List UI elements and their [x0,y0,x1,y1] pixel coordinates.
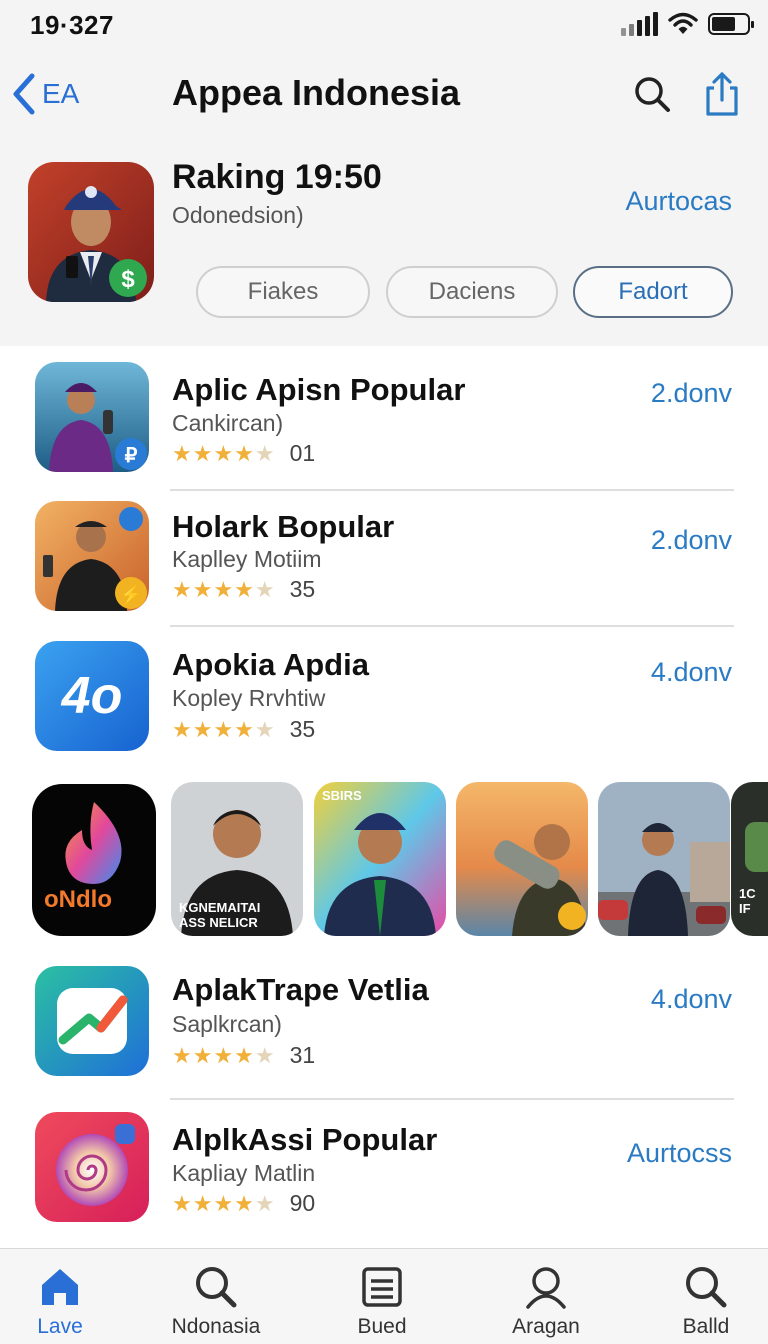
street-photo-icon [598,782,730,936]
search-button[interactable] [630,70,674,118]
app-title: Holark Bopular [172,509,395,544]
swirl-icon [35,1112,149,1222]
featured-wordmark: oNdlo [44,886,112,913]
featured-thumb-4[interactable] [598,782,730,936]
featured-thumb-2[interactable]: SBIRS [314,782,446,936]
businessman-icon: $ [28,162,154,302]
featured-thumb-3[interactable] [456,782,588,936]
status-bar: 19·327 [0,0,768,52]
battery-icon [708,13,754,35]
featured-thumb-1[interactable]: KGNEMAITAI ASS NELICR [171,782,303,936]
filter-pill-fadort[interactable]: Fadort [573,266,733,318]
list-item[interactable]: AlplkAssi Popular Kapliay Matlin ★★★★★ 9… [0,1100,768,1246]
tab-label: Aragan [512,1315,580,1338]
status-icons [621,12,754,36]
wifi-icon [668,12,698,34]
home-icon [42,1269,78,1305]
svg-text:4o: 4o [61,667,123,725]
get-button[interactable]: 2.donv [651,525,732,556]
filter-pill-daciens[interactable]: Daciens [386,266,558,318]
app-rating: ★★★★★ 31 [172,1042,315,1069]
tab-ndonasia[interactable]: Ndonasia [156,1249,276,1344]
list-item[interactable]: ₽ Aplic Apisn Popular Cankircan) ★★★★★ 0… [0,346,768,490]
list-item[interactable]: 4o Apokia Apdia Kopley Rrvhtiw ★★★★★ 35 … [0,627,768,767]
hero-action-button[interactable]: Aurtocas [625,186,732,217]
tab-label: Balld [682,1315,730,1338]
svg-text:₽: ₽ [125,445,138,467]
person-photo-icon [314,782,446,936]
page-title: Appea Indonesia [172,72,461,113]
get-button[interactable]: Aurtocss [627,1138,732,1169]
svg-text:$: $ [121,266,135,293]
chart-arrow-icon [35,966,149,1076]
app-subtitle: Kapliay Matlin [172,1160,316,1186]
rating-count: 31 [289,1042,316,1068]
rating-count: 35 [289,716,316,742]
app-subtitle: Cankircan) [172,410,284,436]
app-subtitle: Kaplley Motiim [172,546,322,572]
featured-app-tile[interactable]: oNdlo [32,784,156,936]
back-label: EA [42,78,80,109]
thumb-badge: SBIRS [322,788,362,803]
star-rating-icon: ★★★★★ [172,576,276,602]
app-subtitle: Kopley Rrvhtiw [172,685,326,711]
header: EA Appea Indonesia $ Raking 19:50 Odoned… [0,52,768,346]
rating-count: 01 [289,440,316,466]
chevron-left-icon [13,73,35,115]
app-rating: ★★★★★ 90 [172,1190,315,1217]
tab-label: Lave [37,1315,83,1338]
person-orange-icon: ⚡ [35,501,149,611]
blue-40-icon: 4o [35,641,149,751]
search-icon [686,1267,727,1308]
featured-thumb-5[interactable]: 1C IF [731,782,768,936]
tab-label: Ndonasia [171,1315,261,1338]
get-button[interactable]: 2.donv [651,378,732,409]
star-rating-icon: ★★★★★ [172,1190,276,1216]
app-rating: ★★★★★ 35 [172,576,315,603]
star-rating-icon: ★★★★★ [172,440,276,466]
rating-count: 90 [289,1190,316,1216]
tab-balld[interactable]: Balld [646,1249,766,1344]
get-button[interactable]: 4.donv [651,984,732,1015]
hero-app-icon[interactable]: $ [28,162,154,302]
svg-text:⚡: ⚡ [120,584,142,606]
app-rating: ★★★★★ 35 [172,716,315,743]
thumb-caption: 1C IF [739,886,756,916]
list-item[interactable]: ⚡ Holark Bopular Kaplley Motiim ★★★★★ 35… [0,491,768,625]
tab-aragan[interactable]: Aragan [486,1249,606,1344]
tab-lave[interactable]: Lave [0,1249,120,1344]
share-icon [706,72,738,116]
app-title: AplakTrape Vetlia [172,972,429,1007]
tab-bar: Lave Ndonasia Bued Aragan Balld [0,1248,768,1344]
star-rating-icon: ★★★★★ [172,1042,276,1068]
back-button[interactable]: EA [10,72,79,116]
beach-photo-icon [456,782,588,936]
cellular-signal-icon [621,12,658,36]
person-icon [526,1267,566,1309]
tab-label: Bued [357,1315,407,1338]
app-subtitle: Saplkrcan) [172,1011,282,1037]
star-rating-icon: ★★★★★ [172,716,276,742]
rating-count: 35 [289,576,316,602]
search-icon [196,1267,237,1308]
hero-subtitle: Odonedsion) [172,202,304,228]
filter-pill-fiakes[interactable]: Fiakes [196,266,370,318]
person-ocean-icon: ₽ [35,362,149,472]
app-title: Aplic Apisn Popular [172,372,466,407]
status-time: 19·327 [30,10,114,40]
get-button[interactable]: 4.donv [651,657,732,688]
app-title: Apokia Apdia [172,647,369,682]
app-title: AlplkAssi Popular [172,1122,438,1157]
app-rating: ★★★★★ 01 [172,440,315,467]
search-icon [635,77,670,112]
thumb-caption: KGNEMAITAI ASS NELICR [179,900,261,930]
tab-bued[interactable]: Bued [322,1249,442,1344]
list-icon [362,1267,402,1307]
share-button[interactable] [700,70,744,118]
hero-title: Raking 19:50 [172,158,382,196]
list-item[interactable]: AplakTrape Vetlia Saplkrcan) ★★★★★ 31 4.… [0,950,768,1096]
